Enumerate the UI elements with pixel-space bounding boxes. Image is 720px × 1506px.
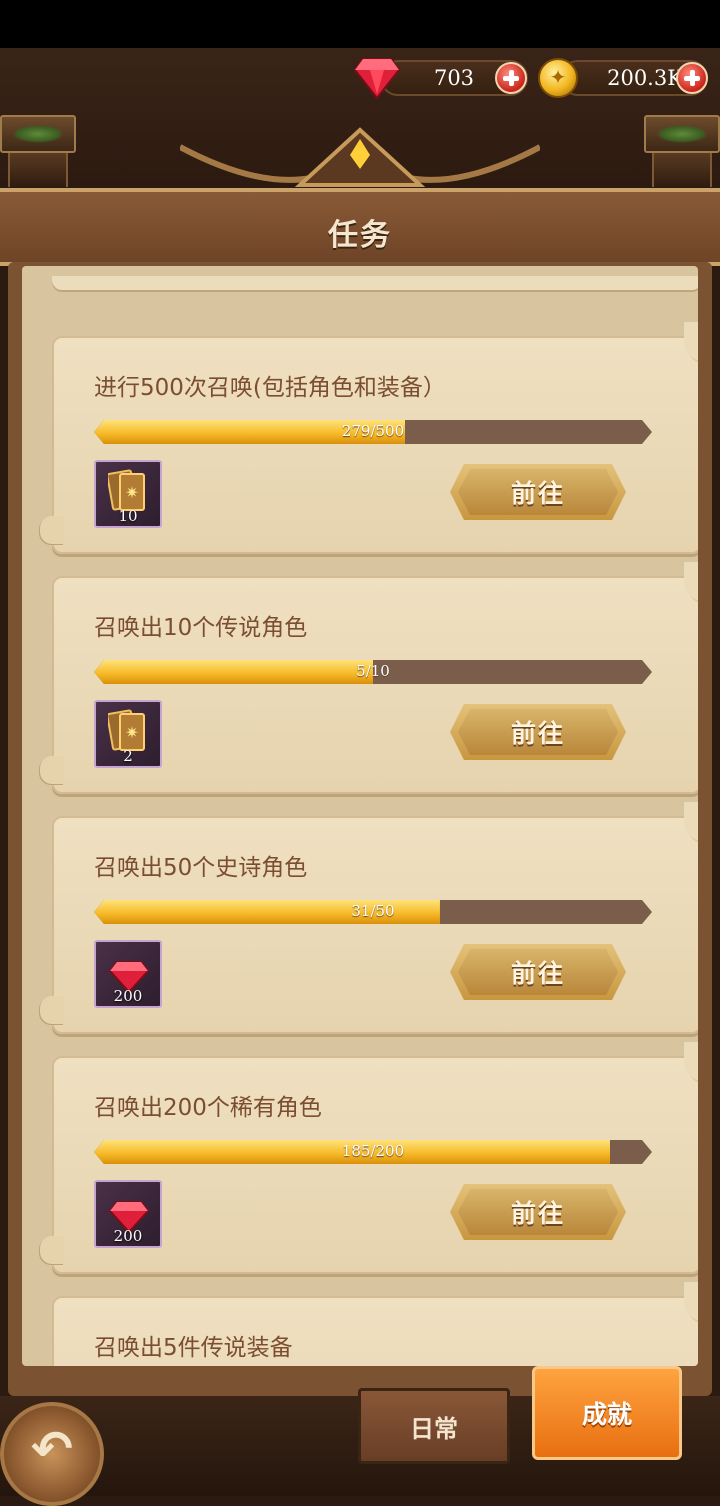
reward-count: 2 <box>123 747 133 765</box>
task-card: 召唤出50个史诗角色 31/50 200 前往 <box>40 802 698 1034</box>
task-card: 召唤出200个稀有角色 185/200 200 前往 <box>40 1042 698 1274</box>
reward-item[interactable]: 200 <box>94 1180 162 1248</box>
page-header: 任务 <box>0 188 720 266</box>
reward-count: 200 <box>113 987 143 1005</box>
tab-achievements-label: 成就 <box>581 1400 632 1429</box>
svg-text:✷: ✷ <box>125 483 138 502</box>
reward-item[interactable]: 200 <box>94 940 162 1008</box>
status-bar <box>0 0 720 48</box>
task-list[interactable]: 进行500次召唤(包括角色和装备） 279/500 ✷ 10 前往 召唤出10个… <box>22 266 698 1366</box>
go-button[interactable]: 前往 <box>450 944 626 1000</box>
task-card: 进行500次召唤(包括角色和装备） 279/500 ✷ 10 前往 <box>40 322 698 554</box>
right-pillar <box>644 115 720 187</box>
task-title: 召唤出10个传说角色 <box>94 615 308 641</box>
go-button[interactable]: 前往 <box>450 1184 626 1240</box>
go-button-label: 前往 <box>510 959 565 988</box>
go-button-label: 前往 <box>510 719 565 748</box>
task-progress-bar: 185/200 <box>94 1140 652 1164</box>
task-panel: 进行500次召唤(包括角色和装备） 279/500 ✷ 10 前往 召唤出10个… <box>8 262 712 1396</box>
task-title: 召唤出5件传说装备 <box>94 1335 293 1361</box>
tab-achievements[interactable]: 成就 <box>532 1366 682 1460</box>
go-button-label: 前往 <box>510 1199 565 1228</box>
coin-icon <box>538 58 578 98</box>
reward-count: 10 <box>118 507 138 525</box>
add-gems-button[interactable] <box>495 62 527 94</box>
gem-icon <box>354 58 400 100</box>
task-title: 召唤出50个史诗角色 <box>94 855 308 881</box>
add-coins-button[interactable] <box>676 62 708 94</box>
task-card: 召唤出10个传说角色 5/10 ✷ 2 前往 <box>40 562 698 794</box>
tab-daily[interactable]: 日常 <box>358 1388 510 1464</box>
go-button[interactable]: 前往 <box>450 464 626 520</box>
task-progress-text: 5/10 <box>356 662 390 680</box>
svg-text:✷: ✷ <box>125 723 138 742</box>
back-arrow-icon[interactable] <box>0 1402 104 1506</box>
task-card: 召唤出5件传说装备 <box>52 1282 698 1366</box>
page-title: 任务 <box>328 218 392 253</box>
gem-count: 703 <box>433 66 475 90</box>
task-progress-bar: 5/10 <box>94 660 652 684</box>
task-title: 进行500次召唤(包括角色和装备） <box>94 375 446 401</box>
task-progress-text: 279/500 <box>341 422 405 440</box>
reward-item[interactable]: ✷ 10 <box>94 460 162 528</box>
task-progress-bar: 279/500 <box>94 420 652 444</box>
task-progress-text: 185/200 <box>341 1142 405 1160</box>
task-title: 召唤出200个稀有角色 <box>94 1095 322 1121</box>
left-pillar <box>0 115 76 187</box>
previous-card-edge <box>52 276 698 290</box>
task-progress-bar: 31/50 <box>94 900 652 924</box>
coin-count: 200.3K <box>607 66 683 90</box>
reward-item[interactable]: ✷ 2 <box>94 700 162 768</box>
task-progress-text: 31/50 <box>351 902 395 920</box>
go-button-label: 前往 <box>510 479 565 508</box>
go-button[interactable]: 前往 <box>450 704 626 760</box>
tab-daily-label: 日常 <box>410 1414 458 1443</box>
reward-count: 200 <box>113 1227 143 1245</box>
